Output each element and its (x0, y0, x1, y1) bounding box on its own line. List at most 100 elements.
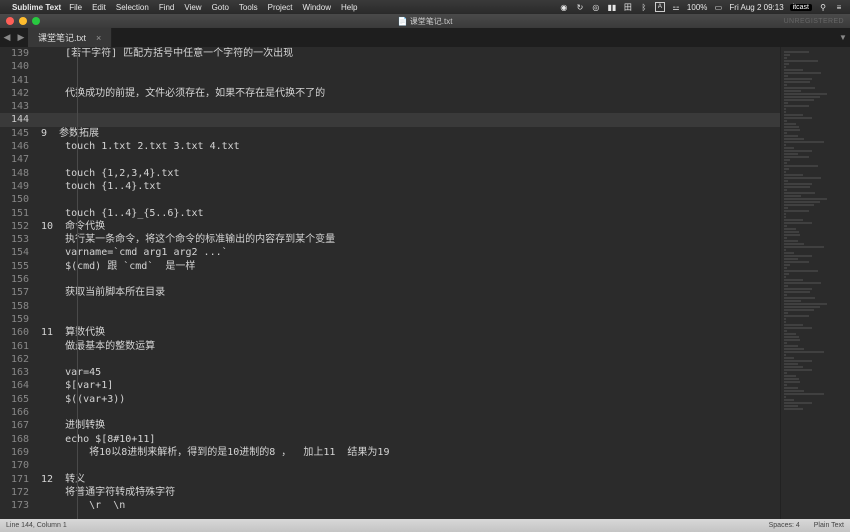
line-number[interactable]: 140 (0, 60, 35, 73)
code-line[interactable]: 获取当前脚本所在目录 (35, 286, 780, 299)
window-titlebar[interactable]: 📄 课堂笔记.txt UNREGISTERED (0, 14, 850, 28)
code-line[interactable] (35, 60, 780, 73)
code-line[interactable]: \r \n (35, 499, 780, 512)
line-number[interactable]: 144 (0, 113, 35, 126)
code-line[interactable] (35, 300, 780, 313)
menu-tools[interactable]: Tools (239, 3, 258, 12)
status-syntax[interactable]: Plain Text (814, 522, 844, 529)
menu-help[interactable]: Help (341, 3, 357, 12)
line-number[interactable]: 155 (0, 260, 35, 273)
status-clock[interactable]: Fri Aug 2 09:13 (729, 3, 783, 12)
status-user[interactable]: itcast (790, 4, 812, 11)
line-number[interactable]: 143 (0, 100, 35, 113)
line-number[interactable]: 148 (0, 167, 35, 180)
line-number[interactable]: 152 (0, 220, 35, 233)
status-spaces[interactable]: Spaces: 4 (769, 522, 800, 529)
code-line[interactable] (35, 353, 780, 366)
line-number[interactable]: 142 (0, 87, 35, 100)
line-number[interactable]: 172 (0, 486, 35, 499)
tab-close-icon[interactable]: × (96, 33, 101, 43)
nav-back-button[interactable]: ◀ (0, 28, 14, 47)
line-number[interactable]: 169 (0, 446, 35, 459)
notification-icon[interactable]: ≡ (834, 2, 844, 12)
code-line[interactable]: $((var+3)) (35, 393, 780, 406)
line-number[interactable]: 159 (0, 313, 35, 326)
code-line[interactable]: 进制转换 (35, 419, 780, 432)
status-grid-icon[interactable]: 田 (623, 2, 633, 12)
code-line[interactable] (35, 74, 780, 87)
line-number[interactable]: 165 (0, 393, 35, 406)
line-number[interactable]: 141 (0, 74, 35, 87)
window-minimize-button[interactable] (19, 17, 27, 25)
code-line[interactable]: 代换成功的前提，文件必须存在，如果不存在是代换不了的 (35, 87, 780, 100)
line-number[interactable]: 173 (0, 499, 35, 512)
app-name[interactable]: Sublime Text (12, 3, 61, 12)
line-number[interactable]: 164 (0, 379, 35, 392)
tab-active[interactable]: 课堂笔记.txt × (28, 28, 112, 47)
code-line[interactable] (35, 153, 780, 166)
code-line[interactable]: 将10以8进制来解析，得到的是10进制的8 ， 加上11 结果为19 (35, 446, 780, 459)
code-line[interactable]: varname=`cmd arg1 arg2 ...` (35, 246, 780, 259)
code-line[interactable] (35, 406, 780, 419)
code-line[interactable]: 12 转义 (35, 473, 780, 486)
menu-edit[interactable]: Edit (92, 3, 106, 12)
line-number[interactable]: 168 (0, 433, 35, 446)
gutter[interactable]: 1391401411421431441451461471481491501511… (0, 47, 35, 519)
status-battery[interactable]: 100% (687, 3, 707, 12)
battery-icon[interactable]: ▭ (713, 2, 723, 12)
status-circle-icon[interactable]: ◎ (591, 2, 601, 12)
nav-forward-button[interactable]: ▶ (14, 28, 28, 47)
menu-window[interactable]: Window (303, 3, 331, 12)
line-number[interactable]: 157 (0, 286, 35, 299)
line-number[interactable]: 153 (0, 233, 35, 246)
code-line[interactable]: touch {1..4}.txt (35, 180, 780, 193)
code-line[interactable]: var=45 (35, 366, 780, 379)
line-number[interactable]: 163 (0, 366, 35, 379)
line-number[interactable]: 171 (0, 473, 35, 486)
code-line[interactable] (35, 273, 780, 286)
status-bluetooth-icon[interactable]: ᛒ (639, 2, 649, 12)
line-number[interactable]: 139 (0, 47, 35, 60)
window-close-button[interactable] (6, 17, 14, 25)
line-number[interactable]: 145 (0, 127, 35, 140)
code-line[interactable]: touch {1,2,3,4}.txt (35, 167, 780, 180)
code-line[interactable]: 9 参数拓展 (35, 127, 780, 140)
line-number[interactable]: 158 (0, 300, 35, 313)
code-line[interactable]: touch 1.txt 2.txt 3.txt 4.txt (35, 140, 780, 153)
code-line[interactable]: 将普通字符转成特殊字符 (35, 486, 780, 499)
code-line[interactable]: $(cmd) 跟 `cmd` 是一样 (35, 260, 780, 273)
code-line[interactable]: 11 算数代换 (35, 326, 780, 339)
tab-dropdown-icon[interactable]: ▼ (836, 28, 850, 47)
menu-view[interactable]: View (184, 3, 201, 12)
line-number[interactable]: 151 (0, 207, 35, 220)
status-position[interactable]: Line 144, Column 1 (6, 522, 67, 529)
code-line[interactable]: [若干字符] 匹配方括号中任意一个字符的一次出现 (35, 47, 780, 60)
window-maximize-button[interactable] (32, 17, 40, 25)
code-line[interactable]: 执行某一条命令，将这个命令的标准输出的内容存到某个变量 (35, 233, 780, 246)
line-number[interactable]: 170 (0, 459, 35, 472)
menu-goto[interactable]: Goto (212, 3, 229, 12)
minimap[interactable] (780, 47, 850, 519)
status-sync-icon[interactable]: ↻ (575, 2, 585, 12)
line-number[interactable]: 161 (0, 340, 35, 353)
code-line[interactable]: $[var+1] (35, 379, 780, 392)
line-number[interactable]: 147 (0, 153, 35, 166)
line-number[interactable]: 156 (0, 273, 35, 286)
code-line[interactable]: 10 命令代换 (35, 220, 780, 233)
line-number[interactable]: 162 (0, 353, 35, 366)
status-record-icon[interactable]: ◉ (559, 2, 569, 12)
code-line[interactable]: touch {1..4}_{5..6}.txt (35, 207, 780, 220)
line-number[interactable]: 166 (0, 406, 35, 419)
code-line[interactable] (35, 100, 780, 113)
menu-project[interactable]: Project (268, 3, 293, 12)
menu-file[interactable]: File (69, 3, 82, 12)
menu-find[interactable]: Find (159, 3, 175, 12)
code-pane[interactable]: [若干字符] 匹配方括号中任意一个字符的一次出现 代换成功的前提，文件必须存在，… (35, 47, 780, 519)
status-pause-icon[interactable]: ▮▮ (607, 2, 617, 12)
code-line[interactable] (35, 193, 780, 206)
line-number[interactable]: 149 (0, 180, 35, 193)
status-wifi-icon[interactable]: ⚍ (671, 2, 681, 12)
status-input-icon[interactable]: A (655, 2, 665, 12)
code-line[interactable]: 做最基本的整数运算 (35, 340, 780, 353)
code-line[interactable] (35, 313, 780, 326)
